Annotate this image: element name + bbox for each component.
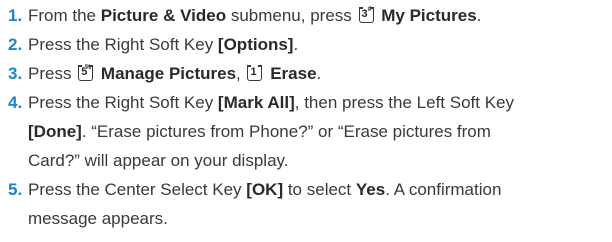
soft-key-label: [Done] — [28, 122, 82, 141]
step-text: . A confirmation — [385, 180, 502, 199]
step-text: Press the Right Soft Key — [28, 35, 218, 54]
step-text: . — [293, 35, 299, 54]
menu-option: Manage Pictures — [100, 64, 237, 83]
menu-option: My Pictures — [381, 6, 477, 25]
step-number: 3. — [8, 64, 23, 83]
key-5-icon: 5% — [78, 64, 94, 81]
step-5-line-2: message appears. — [8, 205, 604, 233]
step-text: , — [236, 64, 246, 83]
option-label: Yes — [355, 180, 386, 199]
step-text: , then press the Left Soft Key — [294, 93, 514, 112]
step-3: 3. Press 5% Manage Pictures, 1 Erase. — [8, 60, 604, 88]
step-text: . “Erase pictures from Phone?” or “Erase… — [81, 122, 491, 141]
step-number: 1. — [8, 6, 23, 25]
menu-name: Picture & Video — [100, 6, 227, 25]
step-1: 1. From the Picture & Video submenu, pres… — [8, 2, 604, 30]
key-label: [OK] — [246, 180, 284, 199]
step-text: From the — [28, 6, 101, 25]
step-2: 2. Press the Right Soft Key [Options]. — [8, 31, 604, 59]
step-number: 2. — [8, 35, 23, 54]
step-text: message appears. — [28, 209, 168, 228]
menu-option: Erase — [270, 64, 317, 83]
step-4-line-3: Card?” will appear on your display. — [8, 147, 604, 175]
step-text: Press — [28, 64, 77, 83]
step-5: 5. Press the Center Select Key [OK] to se… — [8, 176, 604, 204]
step-number: 4. — [8, 93, 23, 112]
step-text: . — [476, 6, 482, 25]
soft-key-label: [Mark All] — [217, 93, 295, 112]
step-number: 5. — [8, 180, 23, 199]
step-text: submenu, press — [226, 6, 357, 25]
step-text: . — [316, 64, 322, 83]
key-1-icon: 1 — [247, 65, 263, 81]
step-text: Press the Center Select Key — [28, 180, 247, 199]
step-text: Press the Right Soft Key — [28, 93, 218, 112]
step-4-line-2: [Done]. “Erase pictures from Phone?” or … — [8, 118, 604, 146]
step-text: to select — [283, 180, 356, 199]
instruction-steps: 1. From the Picture & Video submenu, pres… — [0, 0, 612, 242]
step-text: Card?” will appear on your display. — [28, 151, 289, 170]
soft-key-label: [Options] — [217, 35, 294, 54]
step-4: 4. Press the Right Soft Key [Mark All], t… — [8, 89, 604, 117]
key-3-icon: 3 # — [358, 6, 374, 23]
